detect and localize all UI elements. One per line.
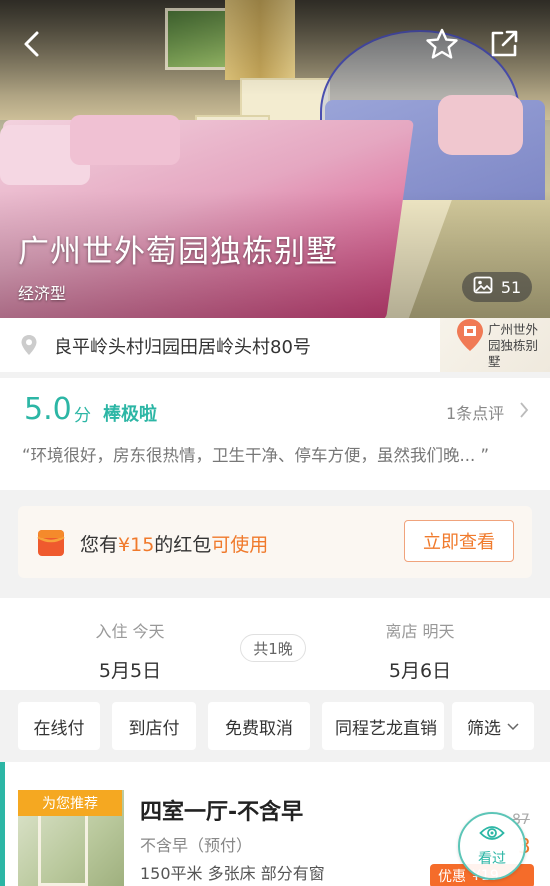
share-button[interactable] (484, 26, 524, 66)
red-packet-banner[interactable]: 您有¥15的红包可使用 立即查看 (18, 506, 532, 578)
score-unit: 分 (74, 406, 91, 426)
map-label: 广州世外 园独栋别墅 (488, 322, 539, 369)
review-score: 5.0 (24, 392, 72, 427)
coupon-text: 您有¥15的红包可使用 (80, 534, 269, 556)
back-icon (21, 30, 43, 62)
chevron-right-icon (518, 400, 530, 424)
photo-count: 51 (500, 277, 522, 297)
filter-more-label: 筛选 (467, 718, 501, 739)
recently-viewed-button[interactable]: 看过 (458, 812, 526, 880)
hotel-title: 广州世外萄园独栋别墅 (18, 234, 338, 270)
red-packet-icon (36, 528, 66, 562)
room-meal: 不含早（预付） (140, 836, 253, 855)
checkout-caption: 离店 明天 (385, 622, 455, 641)
hotel-detail-page: 广州世外萄园独栋别墅 经济型 51 良平岭头村归园田居岭头村80号 广州世外 园… (0, 0, 550, 886)
photo-icon (473, 276, 493, 298)
filter-bar: 在线付 到店付 免费取消 同程艺龙直销 筛选 (0, 690, 550, 762)
share-icon (488, 28, 520, 64)
eye-icon (479, 824, 505, 846)
chevron-down-icon (507, 716, 519, 736)
hotel-type: 经济型 (18, 284, 67, 303)
checkin-date[interactable]: 入住 今天 5月5日 (60, 618, 200, 683)
filter-free-cancel[interactable]: 免费取消 (208, 702, 310, 750)
address-row[interactable]: 良平岭头村归园田居岭头村80号 广州世外 园独栋别墅 (0, 318, 550, 372)
review-quote: “环境很好，房东很热情，卫生干净、停车方便，虽然我们晚... ” (22, 446, 490, 465)
filter-pay-at-hotel[interactable]: 到店付 (112, 702, 196, 750)
location-pin-icon (20, 334, 38, 360)
room-accent-bar (0, 762, 5, 886)
back-button[interactable] (12, 26, 52, 66)
recommended-tag: 为您推荐 (18, 790, 122, 816)
seen-label: 看过 (478, 851, 506, 867)
filter-online-pay[interactable]: 在线付 (18, 702, 100, 750)
nights-badge: 共1晚 (240, 634, 306, 662)
view-coupon-button[interactable]: 立即查看 (404, 520, 514, 562)
checkout-date[interactable]: 离店 明天 5月6日 (350, 618, 490, 683)
review-count-link[interactable]: 1条点评 (446, 400, 504, 424)
rating-card[interactable]: 5.0 分 棒极啦 1条点评 “环境很好，房东很热情，卫生干净、停车方便，虽然我… (0, 378, 550, 490)
map-marker-icon (455, 318, 485, 352)
checkout-value: 5月6日 (388, 660, 452, 682)
star-icon (425, 28, 459, 64)
address-text: 良平岭头村归园田居岭头村80号 (54, 337, 311, 358)
hero-photo[interactable]: 广州世外萄园独栋别墅 经济型 51 (0, 0, 550, 318)
score-label: 棒极啦 (103, 404, 157, 425)
checkin-value: 5月5日 (98, 660, 162, 682)
checkin-caption: 入住 今天 (95, 622, 165, 641)
room-name: 四室一厅-不含早 (140, 800, 304, 825)
coupon-usable: 可使用 (211, 534, 269, 556)
favorite-button[interactable] (422, 26, 462, 66)
filter-direct-sale[interactable]: 同程艺龙直销 (322, 702, 444, 750)
room-spec: 150平米 多张床 部分有窗 (140, 864, 325, 883)
coupon-amount: ¥15 (118, 534, 155, 556)
filter-more-button[interactable]: 筛选 (452, 702, 534, 750)
photo-count-button[interactable]: 51 (462, 272, 532, 302)
map-thumbnail[interactable]: 广州世外 园独栋别墅 (440, 318, 550, 372)
